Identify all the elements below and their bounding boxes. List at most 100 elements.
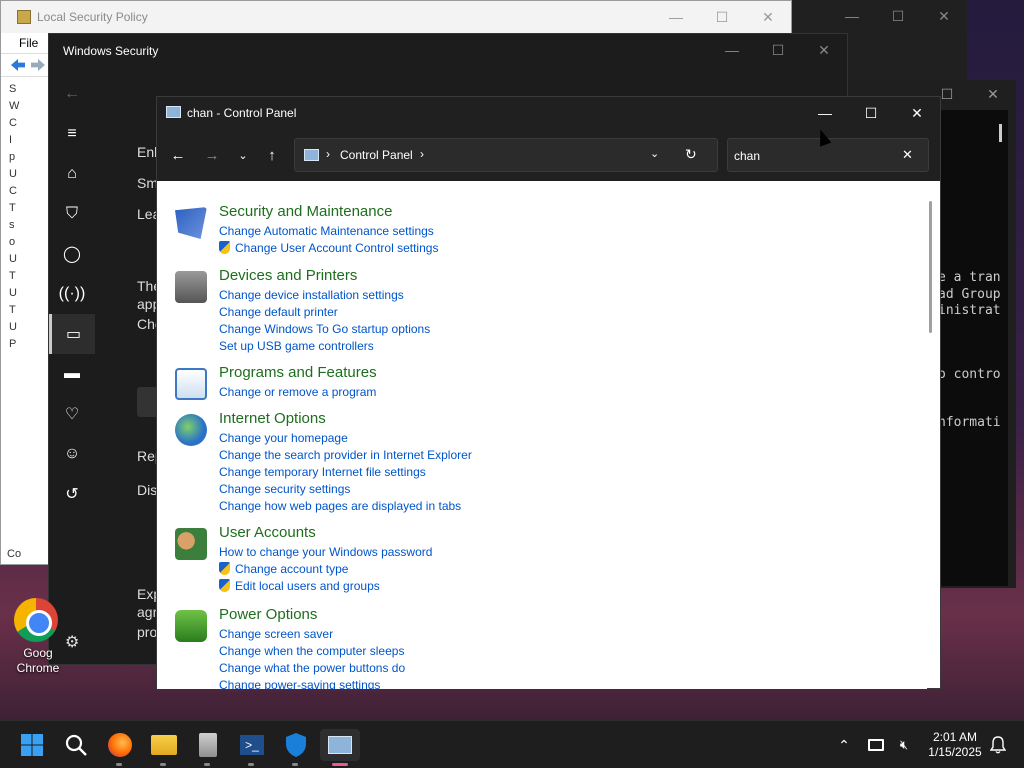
search-button[interactable]: [60, 729, 92, 761]
result-task-link[interactable]: Set up USB game controllers: [219, 337, 430, 354]
result-group-title[interactable]: Devices and Printers: [219, 267, 357, 284]
lsp-tree-item[interactable]: I: [9, 132, 51, 149]
result-task-link[interactable]: Change your homepage: [219, 429, 472, 446]
result-group-title[interactable]: Internet Options: [219, 410, 326, 427]
account-icon[interactable]: ◯: [49, 234, 95, 274]
result-task-link[interactable]: Change Automatic Maintenance settings: [219, 222, 438, 239]
notifications-bell-icon[interactable]: [984, 729, 1012, 761]
lsp-tree-item[interactable]: o: [9, 234, 51, 251]
power-options-icon[interactable]: [175, 610, 207, 642]
minimize-icon[interactable]: —: [829, 0, 875, 32]
lsp-tree-item[interactable]: C: [9, 115, 51, 132]
address-bar[interactable]: › Control Panel › ⌄ ↻: [294, 138, 718, 172]
result-task-link[interactable]: Change default printer: [219, 303, 430, 320]
control-panel-title-bar[interactable]: chan - Control Panel — ☐ ✕: [157, 97, 940, 129]
firefox-taskbar-button[interactable]: [104, 729, 136, 766]
result-task-link[interactable]: Change Windows To Go startup options: [219, 320, 430, 337]
control-panel-taskbar-button[interactable]: [320, 729, 360, 766]
home-icon[interactable]: ⌂: [49, 154, 95, 194]
back-arrow-icon[interactable]: [11, 59, 25, 71]
maximize-icon[interactable]: ☐: [699, 1, 745, 33]
lsp-tree-item[interactable]: p: [9, 149, 51, 166]
result-task-link[interactable]: Edit local users and groups: [219, 577, 432, 594]
results-scrollbar[interactable]: [929, 201, 932, 333]
result-task-link[interactable]: Change or remove a program: [219, 383, 376, 400]
refresh-icon[interactable]: ↻: [685, 146, 697, 163]
shield-icon[interactable]: ⛉: [49, 194, 95, 234]
minimize-icon[interactable]: —: [802, 97, 848, 129]
recent-locations-chevron-icon[interactable]: ⌄: [230, 143, 256, 167]
clear-search-icon[interactable]: ✕: [902, 147, 913, 163]
result-task-link[interactable]: Change security settings: [219, 480, 472, 497]
security-maintenance-icon[interactable]: [175, 207, 207, 239]
search-input[interactable]: [734, 147, 894, 165]
terminal-scrollbar[interactable]: [999, 124, 1002, 142]
back-arrow-icon[interactable]: ←: [165, 143, 191, 167]
internet-options-icon[interactable]: [175, 414, 207, 446]
windows-security-taskbar-button[interactable]: [280, 729, 312, 766]
history-icon[interactable]: ↺: [49, 474, 95, 514]
lsp-tree-item[interactable]: T: [9, 200, 51, 217]
app-browser-control-icon[interactable]: ▭: [49, 314, 95, 354]
device-health-icon[interactable]: ♡: [49, 394, 95, 434]
close-icon[interactable]: ✕: [921, 0, 967, 32]
result-task-link[interactable]: Change screen saver: [219, 625, 405, 642]
result-task-link[interactable]: Change User Account Control settings: [219, 239, 438, 256]
system-clock[interactable]: 2:01 AM 1/15/2025: [924, 730, 986, 760]
close-icon[interactable]: ✕: [801, 34, 847, 66]
result-task-link[interactable]: Change device installation settings: [219, 286, 430, 303]
result-task-link[interactable]: Change power-saving settings: [219, 676, 405, 690]
user-accounts-icon[interactable]: [175, 528, 207, 560]
forward-arrow-icon[interactable]: →: [199, 143, 225, 167]
lsp-tree-item[interactable]: P: [9, 336, 51, 353]
family-options-icon[interactable]: ☺: [49, 434, 95, 474]
lsp-tree-item[interactable]: S: [9, 81, 51, 98]
minimize-icon[interactable]: —: [653, 1, 699, 33]
breadcrumb-separator-icon[interactable]: ›: [420, 147, 424, 161]
menu-file[interactable]: File: [19, 36, 38, 50]
close-icon[interactable]: ✕: [894, 97, 940, 129]
lsp-tree-item[interactable]: C: [9, 183, 51, 200]
show-hidden-icons-chevron-icon[interactable]: ⌃: [830, 729, 858, 761]
breadcrumb-separator-icon[interactable]: ›: [326, 147, 330, 161]
result-task-link[interactable]: How to change your Windows password: [219, 543, 432, 560]
result-task-link[interactable]: Change temporary Internet file settings: [219, 463, 472, 480]
minimize-icon[interactable]: —: [709, 34, 755, 66]
maximize-icon[interactable]: ☐: [755, 34, 801, 66]
breadcrumb-control-panel[interactable]: Control Panel: [340, 148, 413, 162]
device-security-icon[interactable]: ▬: [49, 354, 95, 394]
maximize-icon[interactable]: ☐: [875, 0, 921, 32]
network-icon[interactable]: [862, 729, 890, 761]
lsp-tree-item[interactable]: W: [9, 98, 51, 115]
volume-muted-icon[interactable]: 🔇︎: [890, 729, 918, 761]
lsp-tree-item[interactable]: U: [9, 251, 51, 268]
result-task-link[interactable]: Change when the computer sleeps: [219, 642, 405, 659]
lsp-tree-item[interactable]: T: [9, 268, 51, 285]
result-task-link[interactable]: Change how web pages are displayed in ta…: [219, 497, 472, 514]
file-explorer-taskbar-button[interactable]: [148, 729, 180, 766]
lsp-tree-item[interactable]: U: [9, 285, 51, 302]
maximize-icon[interactable]: ☐: [848, 97, 894, 129]
security-policy-taskbar-button[interactable]: [192, 729, 224, 766]
back-arrow-icon[interactable]: ←: [49, 74, 95, 114]
forward-arrow-icon[interactable]: [31, 59, 45, 71]
chrome-desktop-icon[interactable]: [14, 598, 58, 642]
control-panel-window[interactable]: chan - Control Panel — ☐ ✕ ← → ⌄ ↑ › Con…: [156, 96, 941, 689]
address-dropdown-chevron-icon[interactable]: ⌄: [650, 147, 659, 160]
start-button[interactable]: [16, 729, 48, 761]
powershell-taskbar-button[interactable]: >_: [236, 729, 268, 766]
lsp-tree-item[interactable]: s: [9, 217, 51, 234]
result-group-title[interactable]: Power Options: [219, 606, 317, 623]
lsp-tree-item[interactable]: U: [9, 166, 51, 183]
devices-printers-icon[interactable]: [175, 271, 207, 303]
programs-features-icon[interactable]: [175, 368, 207, 400]
result-group-title[interactable]: User Accounts: [219, 524, 316, 541]
lsp-tree-item[interactable]: T: [9, 302, 51, 319]
result-task-link[interactable]: Change the search provider in Internet E…: [219, 446, 472, 463]
up-arrow-icon[interactable]: ↑: [259, 143, 285, 167]
close-icon[interactable]: ✕: [970, 80, 1016, 108]
result-task-link[interactable]: Change account type: [219, 560, 432, 577]
result-group-title[interactable]: Security and Maintenance: [219, 203, 392, 220]
lsp-tree-item[interactable]: U: [9, 319, 51, 336]
result-task-link[interactable]: Change what the power buttons do: [219, 659, 405, 676]
